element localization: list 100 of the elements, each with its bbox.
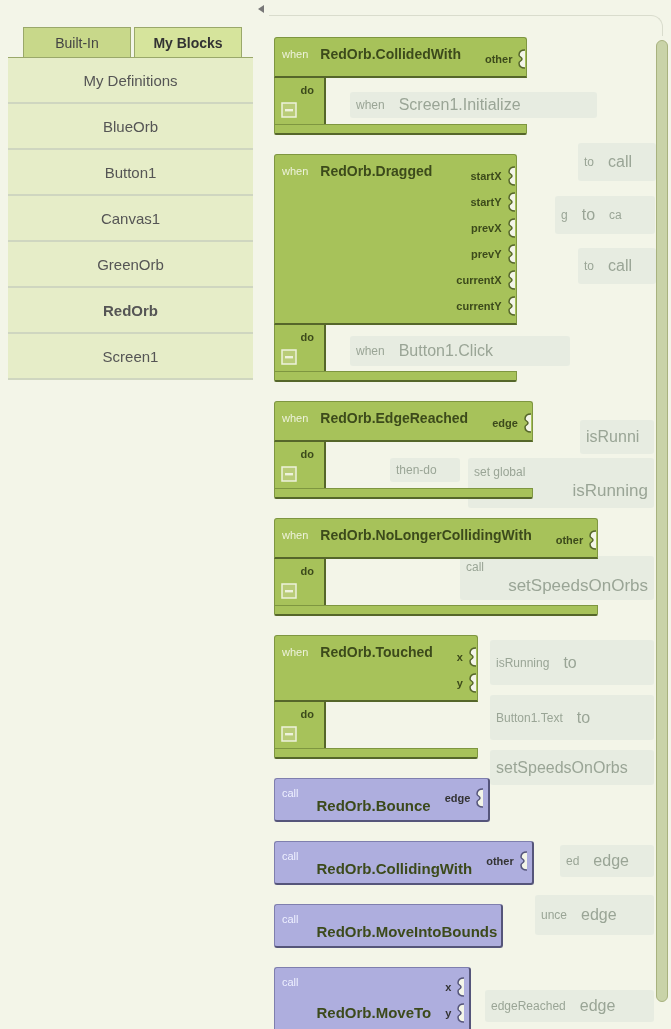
block-keyword: do [300,565,314,577]
block-text: set global [474,465,526,479]
call-block[interactable]: call RedOrb.MoveIntoBounds [274,904,504,948]
parameter-label: other [486,855,514,867]
block-text: call [608,153,633,171]
block-keyword: when [282,529,309,541]
block-text: setSpeedsOnOrbs [496,758,628,777]
block-keyword: when [282,165,309,177]
drawer-item[interactable]: Button1 [8,150,253,196]
parameter-label: currentY [456,300,502,312]
block-name: RedOrb.EdgeReached [320,410,469,426]
block-text: Button1.Click [398,342,493,360]
drawer-item[interactable]: RedOrb [8,288,253,334]
block-keyword: do [300,708,314,720]
block-keyword: when [282,48,309,60]
drawer-item[interactable]: Canvas1 [8,196,253,242]
block-keyword: do [300,448,314,460]
block-text: isRunni [586,428,640,446]
block-text: when [356,98,385,112]
block-text: to [576,708,591,727]
block-keyword: call [282,976,299,988]
input-socket-icon [475,788,485,808]
block-text: call [466,560,484,574]
block-text: to [584,155,594,169]
block-text: ed [566,854,580,868]
palette-tab[interactable]: My Blocks [134,27,242,57]
block-text: to [584,259,594,273]
block-text: unce [541,908,568,922]
block-text: Screen1.Initialize [398,96,521,114]
block-name: RedOrb.CollidedWith [320,46,461,62]
collapse-icon[interactable] [281,583,297,599]
block-name: RedOrb.NoLongerCollidingWith [320,527,532,543]
collapse-arrow-icon[interactable] [258,5,264,13]
collapse-icon[interactable] [281,102,297,118]
call-block[interactable]: call RedOrb.CollidingWith other [274,841,534,885]
parameter-label: other [484,53,513,65]
block-keyword: do [300,84,314,96]
parameter-label: currentX [456,274,502,286]
drawer-item[interactable]: Screen1 [8,334,253,380]
parameter-label: other [555,534,584,546]
block-text: isRunning [496,655,550,670]
parameter-label: y [445,1007,452,1019]
input-socket-icon [456,1003,466,1023]
drawer-item[interactable]: BlueOrb [8,104,253,150]
block-text: edgeReached [491,999,566,1013]
input-socket-icon [588,530,598,550]
block-name: RedOrb.MoveIntoBounds [316,923,498,940]
event-block-header[interactable]: when RedOrb.NoLongerCollidingWith other [274,518,599,559]
block-text: setSpeedsOnOrbs [508,576,648,596]
parameter-label: prevX [471,222,502,234]
input-socket-icon [522,413,532,433]
block-text: to [563,653,577,672]
collapse-icon[interactable] [281,466,297,482]
input-socket-icon [506,296,516,316]
call-block[interactable]: call RedOrb.Bounce edge [274,778,491,822]
input-socket-icon [456,977,466,997]
block-keyword: call [282,850,299,862]
parameter-label: startY [470,196,502,208]
input-socket-icon [506,218,516,238]
collapse-icon[interactable] [281,349,297,365]
block-name: RedOrb.CollidingWith [316,860,473,877]
parameter-label: edge [444,792,471,804]
input-socket-icon [506,244,516,264]
block-keyword: do [300,331,314,343]
block-name: RedOrb.Bounce [316,797,431,814]
event-block-header[interactable]: when RedOrb.CollidedWith other [274,37,528,78]
block-keyword: call [282,913,299,925]
parameter-label: startX [470,170,502,182]
parameter-label: edge [492,417,518,429]
drawer-item[interactable]: My Definitions [8,58,253,104]
block-text: when [356,344,385,358]
block-text: ca [609,208,622,222]
input-socket-icon [506,270,516,290]
block-text: to [581,206,596,224]
drawer-item[interactable]: GreenOrb [8,242,253,288]
block-text: isRunning [572,481,648,501]
input-socket-icon [506,166,516,186]
block-keyword: when [282,412,309,424]
block-name: RedOrb.MoveTo [316,1004,432,1021]
block-text: then-do [396,463,437,477]
block-keyword: call [282,787,299,799]
parameter-label: x [445,981,452,993]
parameter-label: prevY [471,248,502,260]
parameter-label: y [456,677,463,689]
input-socket-icon [518,851,528,871]
scrollbar[interactable] [656,40,668,1002]
input-socket-icon [506,192,516,212]
block-name: RedOrb.Dragged [320,163,433,179]
input-socket-icon [517,49,527,69]
block-text: call [608,257,633,275]
block-text: edge [579,997,616,1015]
collapse-icon[interactable] [281,726,297,742]
event-block-header[interactable]: when RedOrb.EdgeReached edge [274,401,533,442]
palette-tab[interactable]: Built-In [23,27,131,57]
block-keyword: when [282,646,309,658]
parameter-label: x [456,651,463,663]
block-text: edge [581,906,617,924]
call-block[interactable]: call RedOrb.MoveTo x y [274,967,472,1029]
block-name: RedOrb.Touched [320,644,433,660]
input-socket-icon [467,647,477,667]
